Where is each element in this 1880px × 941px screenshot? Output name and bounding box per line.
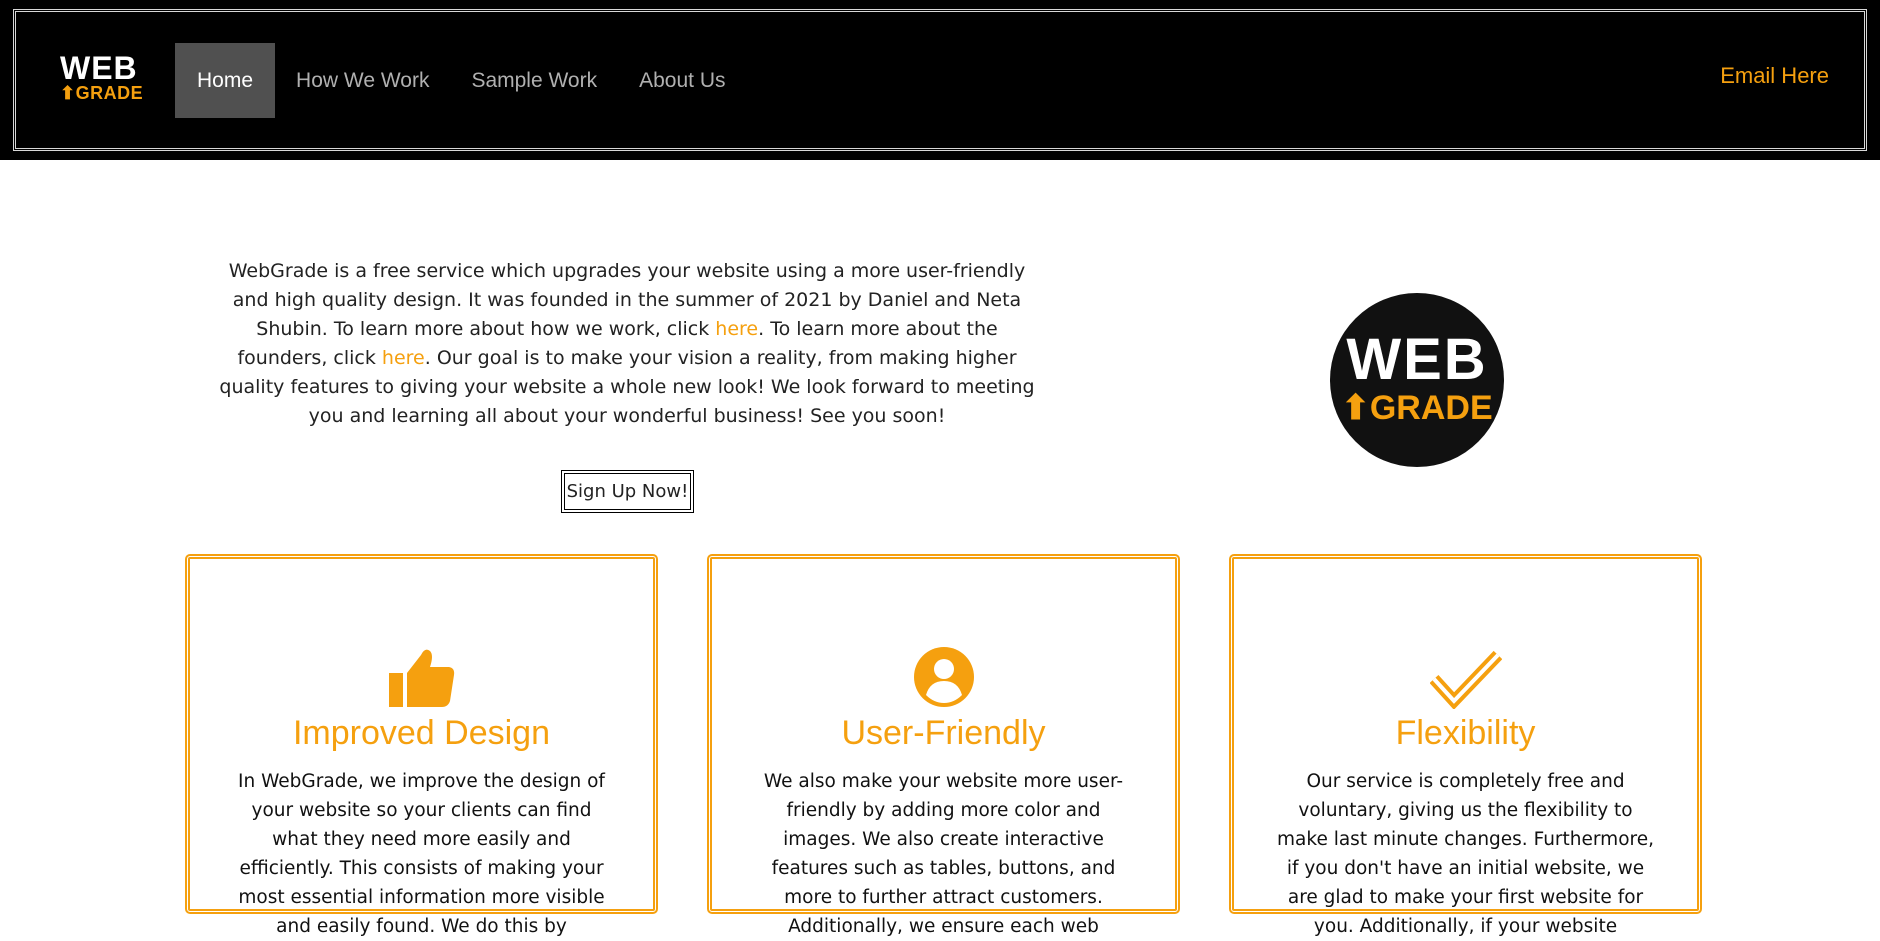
feature-card-user-friendly: User-Friendly We also make your website …: [707, 554, 1180, 937]
check-icon: [1234, 645, 1697, 709]
founders-link[interactable]: here: [382, 347, 425, 369]
how-we-work-link[interactable]: here: [715, 318, 758, 340]
main-nav: Home How We Work Sample Work About Us: [175, 43, 747, 118]
badge-word-grade: ⬆GRADE: [1341, 389, 1493, 427]
nav-item-sample-work[interactable]: Sample Work: [450, 43, 618, 118]
card-text: We also make your website more user-frie…: [763, 771, 1124, 937]
site-logo[interactable]: WEB ⬆GRADE: [60, 50, 144, 103]
card-title: Flexibility: [1395, 714, 1536, 752]
nav-item-home[interactable]: Home: [175, 43, 276, 118]
card-text: In WebGrade, we improve the design of yo…: [238, 771, 605, 937]
card-title: User-Friendly: [841, 714, 1046, 752]
badge-word-web: WEB: [1346, 327, 1488, 392]
feature-card-improved-design: Improved Design In WebGrade, we improve …: [185, 554, 658, 937]
logo-word-grade: ⬆GRADE: [60, 83, 144, 103]
feature-card-flexibility: Flexibility Our service is completely fr…: [1229, 554, 1702, 937]
site-header: WEB ⬆GRADE Home How We Work Sample Work …: [0, 0, 1880, 160]
webgrade-badge-logo: WEB ⬆GRADE: [1330, 293, 1504, 467]
nav-item-about-us[interactable]: About Us: [618, 43, 746, 118]
nav-item-how-we-work[interactable]: How We Work: [275, 43, 450, 118]
thumbs-up-icon: [190, 645, 653, 709]
card-title: Improved Design: [292, 714, 550, 752]
email-link[interactable]: Email Here: [1720, 63, 1829, 89]
intro-paragraph: WebGrade is a free service which upgrade…: [214, 257, 1040, 431]
sign-up-button[interactable]: Sign Up Now!: [561, 470, 694, 513]
logo-word-web: WEB: [60, 50, 138, 86]
card-text: Our service is completely free and volun…: [1277, 771, 1654, 937]
user-circle-icon: [712, 645, 1175, 709]
